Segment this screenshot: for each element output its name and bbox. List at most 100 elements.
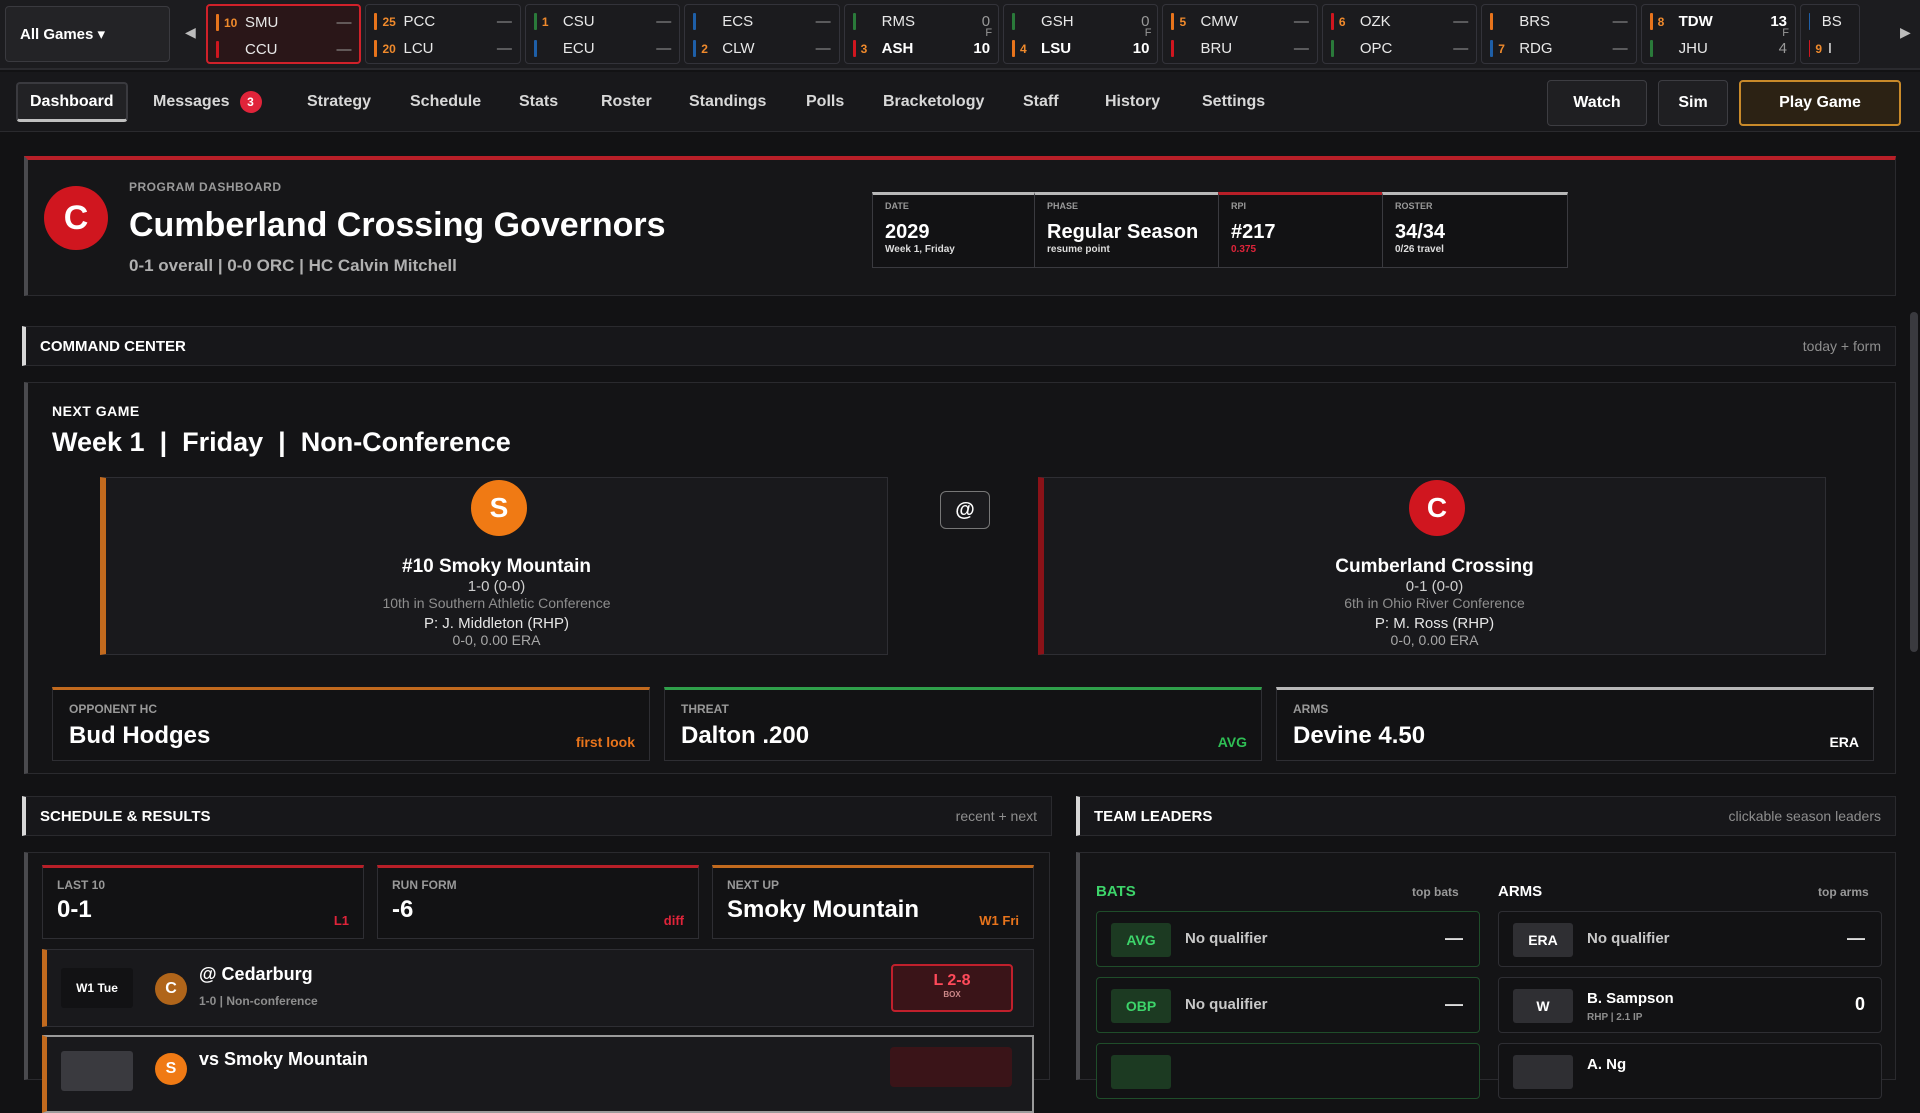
away-team-standing: 10th in Southern Athletic Conference (106, 595, 887, 611)
threat-value: Dalton .200 (681, 722, 1245, 750)
header-stat-date[interactable]: DATE2029Week 1, Friday (872, 192, 1058, 268)
team-abbr: TDW (1679, 13, 1752, 30)
scoreboard-game[interactable]: BRS—7RDG— (1481, 4, 1636, 64)
away-team-card[interactable]: S #10 Smoky Mountain 1-0 (0-0) 10th in S… (100, 477, 888, 655)
tab-staff[interactable]: Staff (1023, 82, 1059, 122)
away-pitcher: P: J. Middleton (RHP) (106, 615, 887, 632)
leader-name: A. Ng (1587, 1056, 1626, 1073)
threat-tag: AVG (1218, 734, 1247, 750)
page-scrollbar[interactable] (1910, 312, 1918, 652)
scroll-left-icon[interactable]: ◀ (185, 24, 196, 41)
scoreboard-game[interactable]: 25PCC—20LCU— (365, 4, 520, 64)
team-abbr: ECU (563, 40, 636, 57)
scoreboard-team: 7RDG— (1490, 35, 1627, 62)
team-abbr: SMU (245, 14, 316, 31)
opponent-hc-label: OPPONENT HC (69, 702, 633, 716)
leader-row-obp[interactable]: OBP No qualifier — (1096, 977, 1480, 1033)
scroll-right-icon[interactable]: ▶ (1900, 24, 1911, 41)
at-icon: @ (940, 491, 990, 529)
home-team-card[interactable]: C Cumberland Crossing 0-1 (0-0) 6th in O… (1038, 477, 1826, 655)
team-rank: 10 (224, 16, 240, 30)
team-logo: C (44, 186, 108, 250)
command-center-note: today + form (1803, 338, 1881, 354)
tab-messages[interactable]: Messages3 (153, 82, 262, 122)
tab-settings[interactable]: Settings (1202, 82, 1265, 122)
next-up-card[interactable]: NEXT UP Smoky Mountain W1 Fri (712, 865, 1034, 939)
home-team-record: 0-1 (0-0) (1044, 578, 1825, 595)
box-score-link[interactable]: BOX (893, 990, 1011, 999)
scoreboard-game[interactable]: RMS03ASH10F (844, 4, 999, 64)
scoreboard-game[interactable]: GSH04LSU10F (1003, 4, 1158, 64)
team-rank: 25 (382, 15, 398, 29)
scoreboard-game[interactable]: 10SMU—CCU— (206, 4, 361, 64)
team-score: — (801, 13, 831, 30)
team-abbr: PCC (403, 13, 476, 30)
leader-value: — (1847, 928, 1865, 949)
team-color-bar (1012, 40, 1015, 57)
scoreboard-team: 4LSU10 (1012, 35, 1149, 62)
scoreboard-game[interactable]: 5CMW—BRU— (1162, 4, 1317, 64)
header-stat-phase[interactable]: PHASERegular Seasonresume point (1034, 192, 1220, 268)
team-rank: 3 (861, 42, 877, 56)
leader-row[interactable] (1096, 1043, 1480, 1099)
team-abbr: RMS (882, 13, 955, 30)
page-subtitle: 0-1 overall | 0-0 ORC | HC Calvin Mitche… (129, 256, 457, 276)
team-rank: 1 (542, 15, 558, 29)
scoreboard-game[interactable]: 8TDW13JHU4F (1641, 4, 1796, 64)
opponent-name: vs Smoky Mountain (199, 1049, 368, 1070)
header-stat-roster[interactable]: ROSTER34/340/26 travel (1382, 192, 1568, 268)
tab-stats[interactable]: Stats (519, 82, 558, 122)
arms-label: ARMS (1293, 702, 1857, 716)
stat-tag: W (1513, 989, 1573, 1023)
schedule-panel: LAST 10 0-1 L1 RUN FORM -6 diff NEXT UP … (24, 852, 1050, 1080)
tab-strategy[interactable]: Strategy (307, 82, 371, 122)
team-abbr: LCU (403, 40, 476, 57)
tab-bracketology[interactable]: Bracketology (883, 82, 984, 122)
scoreboard-game[interactable]: ECS—2CLW— (684, 4, 839, 64)
sim-button[interactable]: Sim (1658, 80, 1728, 126)
team-rank: 9 (1815, 42, 1822, 56)
team-abbr: LSU (1041, 40, 1114, 57)
tab-standings[interactable]: Standings (689, 82, 766, 122)
scoreboard-game[interactable]: 6OZK—OPC— (1322, 4, 1477, 64)
game-status: F (985, 27, 992, 39)
team-leaders-note: clickable season leaders (1728, 808, 1881, 824)
stat-tag: OBP (1111, 989, 1171, 1023)
watch-button[interactable]: Watch (1547, 80, 1647, 126)
tab-schedule[interactable]: Schedule (410, 82, 481, 122)
all-games-filter[interactable]: All Games ▾ (5, 6, 170, 62)
team-score: — (482, 13, 512, 30)
leader-row-w[interactable]: W B. Sampson RHP | 2.1 IP 0 (1498, 977, 1882, 1033)
tab-dashboard[interactable]: Dashboard (16, 82, 128, 122)
threat-label: THREAT (681, 702, 1245, 716)
away-team-name: #10 Smoky Mountain (106, 556, 887, 578)
leader-value: — (1445, 994, 1463, 1015)
leader-row[interactable]: A. Ng (1498, 1043, 1882, 1099)
bats-sub: top bats (1412, 885, 1459, 899)
play-game-button[interactable]: Play Game (1739, 80, 1901, 126)
team-color-bar (1650, 13, 1653, 30)
stat-tag: AVG (1111, 923, 1171, 957)
leader-row-avg[interactable]: AVG No qualifier — (1096, 911, 1480, 967)
scoreboard-game[interactable]: BS9I (1800, 4, 1860, 64)
game-status: F (1145, 27, 1152, 39)
tab-roster[interactable]: Roster (601, 82, 652, 122)
tab-history[interactable]: History (1105, 82, 1160, 122)
header-stat-rpi[interactable]: RPI#2170.375 (1218, 192, 1404, 268)
schedule-row[interactable]: W1 Tue C @ Cedarburg 1-0 | Non-conferenc… (42, 949, 1034, 1027)
stat-value: 34/34 (1395, 221, 1555, 244)
schedule-row[interactable]: S vs Smoky Mountain (42, 1035, 1034, 1113)
next-game-kicker: NEXT GAME (52, 403, 140, 419)
scoreboard-game[interactable]: 1CSU—ECU— (525, 4, 680, 64)
stat-tag (1513, 1055, 1573, 1089)
team-rank: 7 (1498, 42, 1514, 56)
team-abbr: ECS (722, 13, 795, 30)
leader-row-era[interactable]: ERA No qualifier — (1498, 911, 1882, 967)
result-badge[interactable]: L 2-8 BOX (891, 964, 1013, 1012)
opponent-hc-card[interactable]: OPPONENT HC Bud Hodges first look (52, 687, 650, 761)
tab-polls[interactable]: Polls (806, 82, 844, 122)
threat-card[interactable]: THREAT Dalton .200 AVG (664, 687, 1262, 761)
arms-card[interactable]: ARMS Devine 4.50 ERA (1276, 687, 1874, 761)
team-abbr: I (1828, 40, 1832, 57)
team-abbr: JHU (1679, 40, 1752, 57)
